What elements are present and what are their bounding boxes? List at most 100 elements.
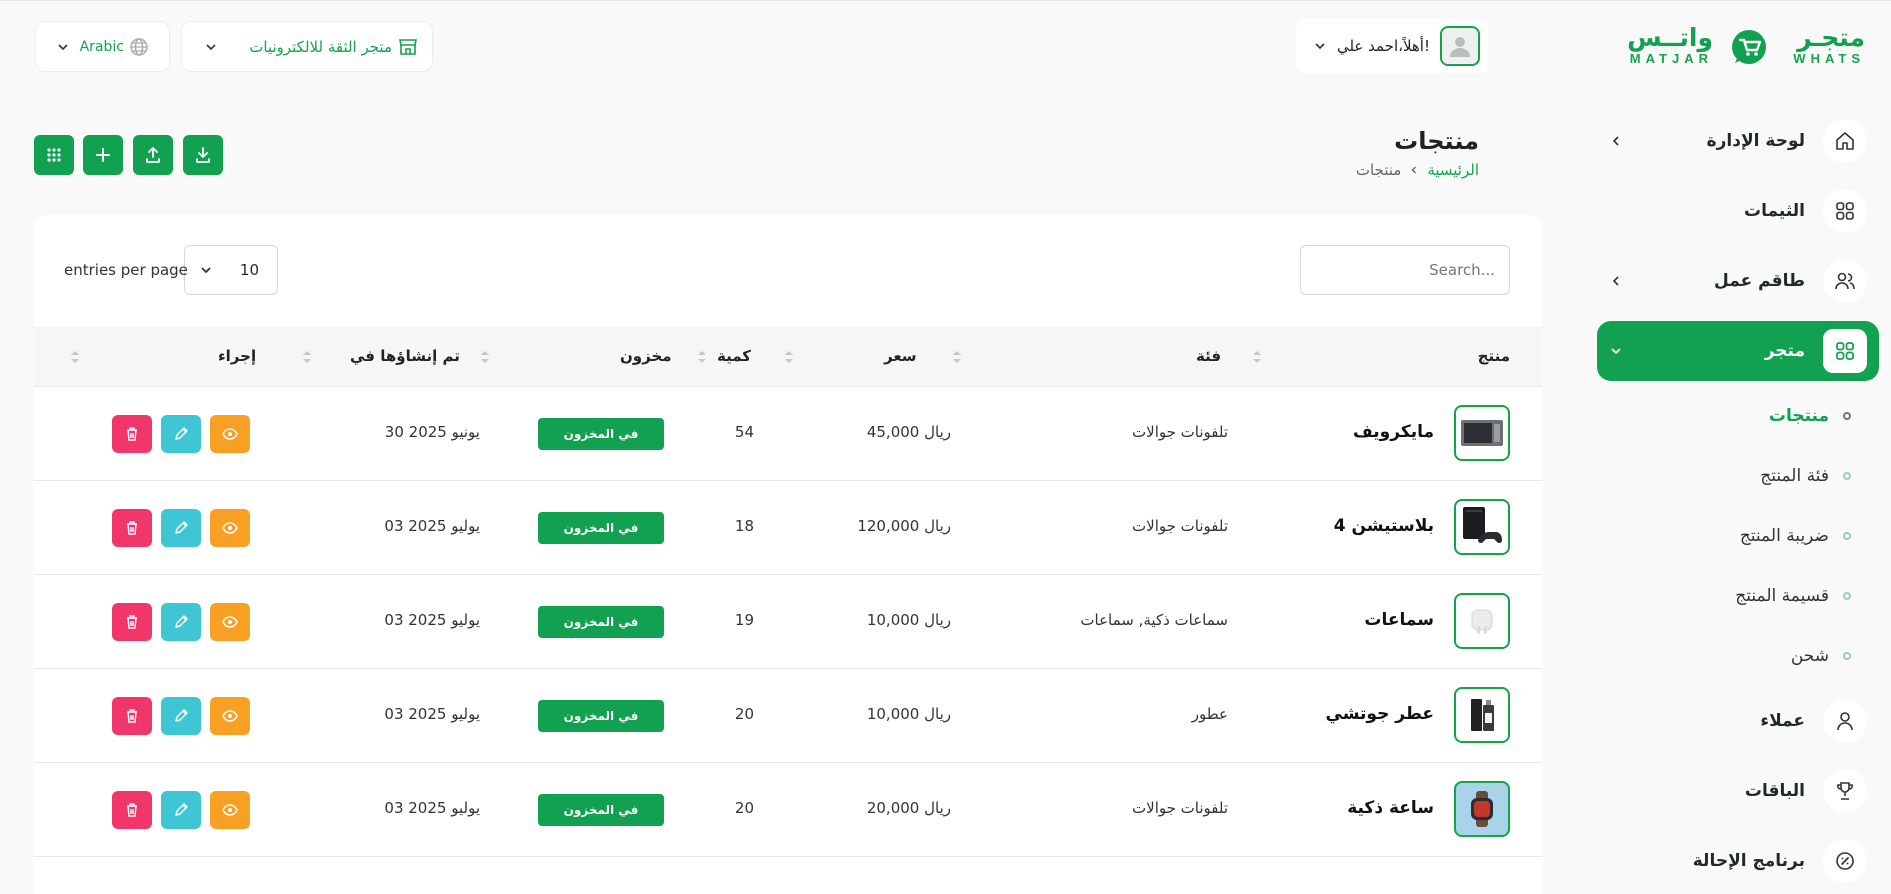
sidebar-item-plans[interactable]: الباقات xyxy=(1597,761,1879,821)
table-row: عطر جوتشي عطور 10,000 ريال 20 في المخزون… xyxy=(34,669,1542,763)
sidebar-sub-tax[interactable]: ضريبة المنتج xyxy=(1651,521,1851,551)
avatar xyxy=(1440,26,1480,66)
product-name[interactable]: ساعة ذكية xyxy=(1347,798,1434,818)
column-header-qty[interactable]: كمية xyxy=(717,347,751,365)
chevron-left-icon xyxy=(1409,165,1419,175)
globe-icon xyxy=(129,37,149,57)
sidebar-sub-categories[interactable]: فئة المنتج xyxy=(1651,461,1851,491)
status-badge: في المخزون xyxy=(538,794,664,826)
product-price: 20,000 ريال xyxy=(866,799,951,817)
product-thumbnail[interactable] xyxy=(1454,593,1510,649)
grid-icon xyxy=(1823,189,1867,233)
delete-button[interactable] xyxy=(112,509,152,547)
table-header: منتج فئة سعر كمية مخزون تم إنشاؤها في إج… xyxy=(34,327,1542,387)
product-qty: 20 xyxy=(734,705,754,723)
status-badge: في المخزون xyxy=(538,700,664,732)
sort-icon[interactable] xyxy=(784,349,794,365)
sort-icon[interactable] xyxy=(952,349,962,365)
product-name[interactable]: بلاستيشن 4 xyxy=(1334,516,1434,536)
search-input[interactable] xyxy=(1300,245,1510,295)
sort-icon[interactable] xyxy=(302,349,312,365)
perfume-icon xyxy=(1471,699,1494,731)
column-header-created[interactable]: تم إنشاؤها في xyxy=(350,347,460,365)
sub-item-label: شحن xyxy=(1790,646,1829,666)
view-button[interactable] xyxy=(210,509,250,547)
edit-button[interactable] xyxy=(161,603,201,641)
logo-text-right: متجـر xyxy=(1797,23,1865,52)
user-menu[interactable]: أهلاً،احمد علي! xyxy=(1296,19,1488,73)
product-name[interactable]: مايكرويف xyxy=(1353,422,1434,442)
created-date: 03 يوليو 2025 xyxy=(384,705,480,723)
bullet-icon xyxy=(1843,472,1851,480)
delete-button[interactable] xyxy=(112,791,152,829)
column-header-category[interactable]: فئة xyxy=(1196,347,1221,365)
product-name[interactable]: سماعات xyxy=(1364,610,1434,630)
table-row: بلاستيشن 4 تلفونات جوالات 120,000 ريال 1… xyxy=(34,481,1542,575)
store-name: متجر الثقة للالكترونيات xyxy=(249,37,392,56)
breadcrumb-home[interactable]: الرئيسية xyxy=(1427,161,1479,179)
per-page-select[interactable]: 10 xyxy=(184,245,278,295)
grid-view-button[interactable] xyxy=(34,135,74,175)
sidebar-item-staff[interactable]: طاقم عمل xyxy=(1597,251,1879,311)
trash-icon xyxy=(124,520,140,536)
sidebar-item-customers[interactable]: عملاء xyxy=(1597,691,1879,751)
column-header-stock[interactable]: مخزون xyxy=(620,347,672,365)
chevron-down-icon xyxy=(1609,344,1623,358)
pencil-icon xyxy=(173,614,189,630)
delete-button[interactable] xyxy=(112,603,152,641)
upload-button[interactable] xyxy=(133,135,173,175)
bullet-icon xyxy=(1843,652,1851,660)
sidebar-sub-products[interactable]: منتجات xyxy=(1651,401,1851,431)
brand-logo[interactable]: متجـر واتــس WHATS MATJAR xyxy=(1625,21,1865,71)
sort-icon[interactable] xyxy=(70,349,80,365)
cart-bubble-icon xyxy=(1729,27,1769,67)
sidebar-sub-shipping[interactable]: شحن xyxy=(1651,641,1851,671)
sort-icon[interactable] xyxy=(480,349,490,365)
download-button[interactable] xyxy=(183,135,223,175)
product-thumbnail[interactable] xyxy=(1454,687,1510,743)
product-price: 45,000 ريال xyxy=(866,423,951,441)
sub-item-label: ضريبة المنتج xyxy=(1739,526,1829,546)
product-price: 10,000 ريال xyxy=(866,611,951,629)
view-button[interactable] xyxy=(210,415,250,453)
products-card: 10 entries per page منتج فئة سعر كمية مخ… xyxy=(34,215,1542,894)
bullet-icon xyxy=(1843,412,1851,420)
sidebar-item-label: طاقم عمل xyxy=(1714,271,1805,291)
sort-icon[interactable] xyxy=(1252,349,1262,365)
language-selector[interactable]: Arabic xyxy=(35,21,170,72)
edit-button[interactable] xyxy=(161,697,201,735)
product-qty: 54 xyxy=(734,423,754,441)
edit-button[interactable] xyxy=(161,415,201,453)
product-thumbnail[interactable] xyxy=(1454,405,1510,461)
sidebar-item-store[interactable]: متجر xyxy=(1597,321,1879,381)
trash-icon xyxy=(124,614,140,630)
sidebar-item-label: عملاء xyxy=(1760,711,1805,731)
product-thumbnail[interactable] xyxy=(1454,499,1510,555)
pencil-icon xyxy=(173,802,189,818)
delete-button[interactable] xyxy=(112,415,152,453)
view-button[interactable] xyxy=(210,791,250,829)
trophy-icon xyxy=(1823,769,1867,813)
view-button[interactable] xyxy=(210,697,250,735)
table-row: مايكرويف تلفونات جوالات 45,000 ريال 54 ف… xyxy=(34,387,1542,481)
product-thumbnail[interactable] xyxy=(1454,781,1510,837)
sidebar-sub-coupons[interactable]: قسيمة المنتج xyxy=(1651,581,1851,611)
sidebar-item-dashboard[interactable]: لوحة الإدارة xyxy=(1597,111,1879,171)
edit-button[interactable] xyxy=(161,509,201,547)
product-qty: 19 xyxy=(734,611,754,629)
store-selector[interactable]: متجر الثقة للالكترونيات xyxy=(181,21,433,72)
sidebar-item-themes[interactable]: الثيمات xyxy=(1597,181,1879,241)
sidebar-item-referral[interactable]: برنامج الإحالة xyxy=(1597,831,1879,891)
view-button[interactable] xyxy=(210,603,250,641)
column-header-product[interactable]: منتج xyxy=(1478,347,1510,365)
edit-button[interactable] xyxy=(161,791,201,829)
add-product-button[interactable] xyxy=(83,135,123,175)
delete-button[interactable] xyxy=(112,697,152,735)
column-header-price[interactable]: سعر xyxy=(884,347,917,365)
sort-icon[interactable] xyxy=(697,349,707,365)
product-name[interactable]: عطر جوتشي xyxy=(1326,704,1434,724)
table-row: ساعة ذكية تلفونات جوالات 20,000 ريال 20 … xyxy=(34,763,1542,857)
breadcrumb-current: منتجات xyxy=(1355,161,1402,179)
page-title: منتجات xyxy=(1394,127,1479,155)
chevron-down-icon xyxy=(204,40,218,54)
